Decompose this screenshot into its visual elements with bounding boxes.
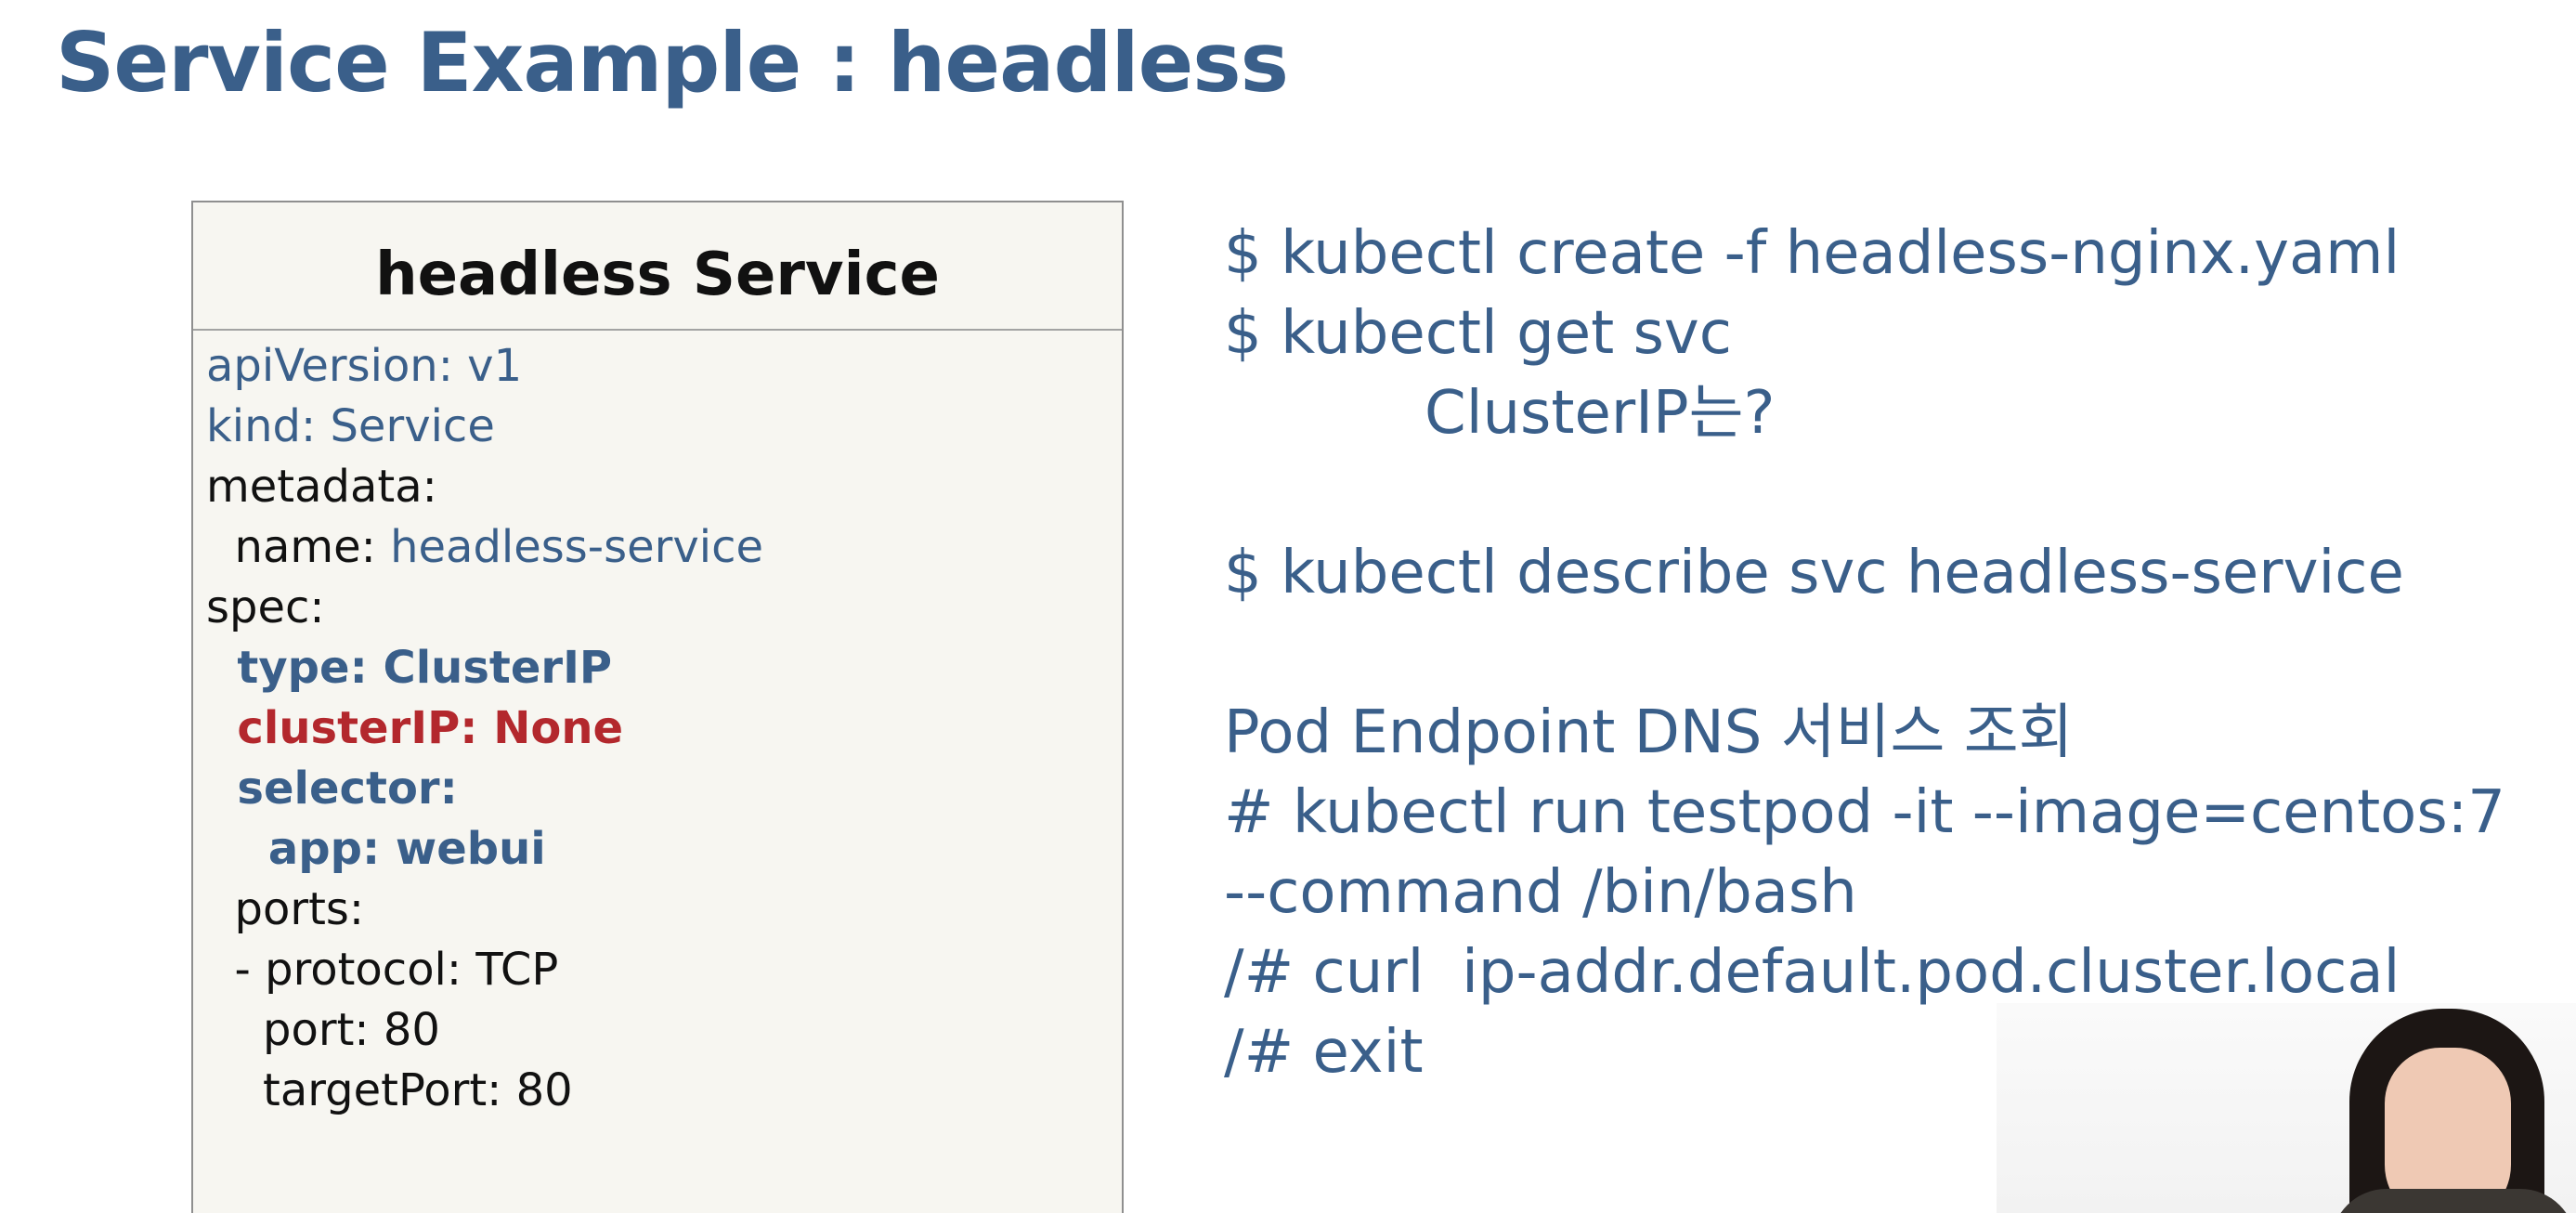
yaml-code-box: headless Service apiVersion: v1 kind: Se… xyxy=(191,201,1124,1213)
yaml-line-ports: ports: xyxy=(206,883,365,935)
command-list: $ kubectl create -f headless-nginx.yaml … xyxy=(1224,214,2505,1092)
slide: Service Example : headless headless Serv… xyxy=(0,0,2576,1213)
yaml-line-clusterip: clusterIP: None xyxy=(206,702,624,754)
yaml-name-value: headless-service xyxy=(390,521,764,573)
yaml-box-title: headless Service xyxy=(375,241,940,309)
command-describe: $ kubectl describe svc headless-service xyxy=(1224,539,2404,607)
command-run-testpod: # kubectl run testpod -it --image=centos… xyxy=(1224,778,2505,847)
yaml-line-selector: selector: xyxy=(206,763,458,815)
command-spacer xyxy=(1224,613,2505,693)
yaml-line-app: app: webui xyxy=(206,823,546,875)
yaml-line-name: name: headless-service xyxy=(206,517,1122,578)
presenter-video-overlay xyxy=(1997,1003,2576,1213)
yaml-line-targetport: targetPort: 80 xyxy=(206,1064,573,1116)
command-get-svc: $ kubectl get svc xyxy=(1224,299,1732,368)
yaml-line-spec: spec: xyxy=(206,581,325,633)
command-dns-heading: Pod Endpoint DNS 서비스 조회 xyxy=(1224,698,2074,767)
yaml-box-header: headless Service xyxy=(193,202,1122,331)
presenter-shirt xyxy=(2331,1189,2576,1213)
yaml-line-apiversion: apiVersion: v1 xyxy=(206,340,523,392)
yaml-line-metadata: metadata: xyxy=(206,461,437,513)
yaml-line-kind: kind: Service xyxy=(206,400,495,452)
command-curl: /# curl ip-addr.default.pod.cluster.loca… xyxy=(1224,938,2400,1007)
command-bash: --command /bin/bash xyxy=(1224,858,1857,927)
yaml-line-port: port: 80 xyxy=(206,1004,440,1056)
command-clusterip-question: ClusterIP는? xyxy=(1425,379,1776,448)
yaml-name-key: name: xyxy=(206,521,391,573)
yaml-lines: apiVersion: v1 kind: Service metadata: n… xyxy=(193,331,1122,1121)
yaml-line-protocol: - protocol: TCP xyxy=(206,944,559,996)
slide-title: Service Example : headless xyxy=(56,15,1289,111)
command-create: $ kubectl create -f headless-nginx.yaml xyxy=(1224,219,2400,288)
yaml-line-type: type: ClusterIP xyxy=(206,642,613,694)
command-spacer xyxy=(1224,453,2505,533)
